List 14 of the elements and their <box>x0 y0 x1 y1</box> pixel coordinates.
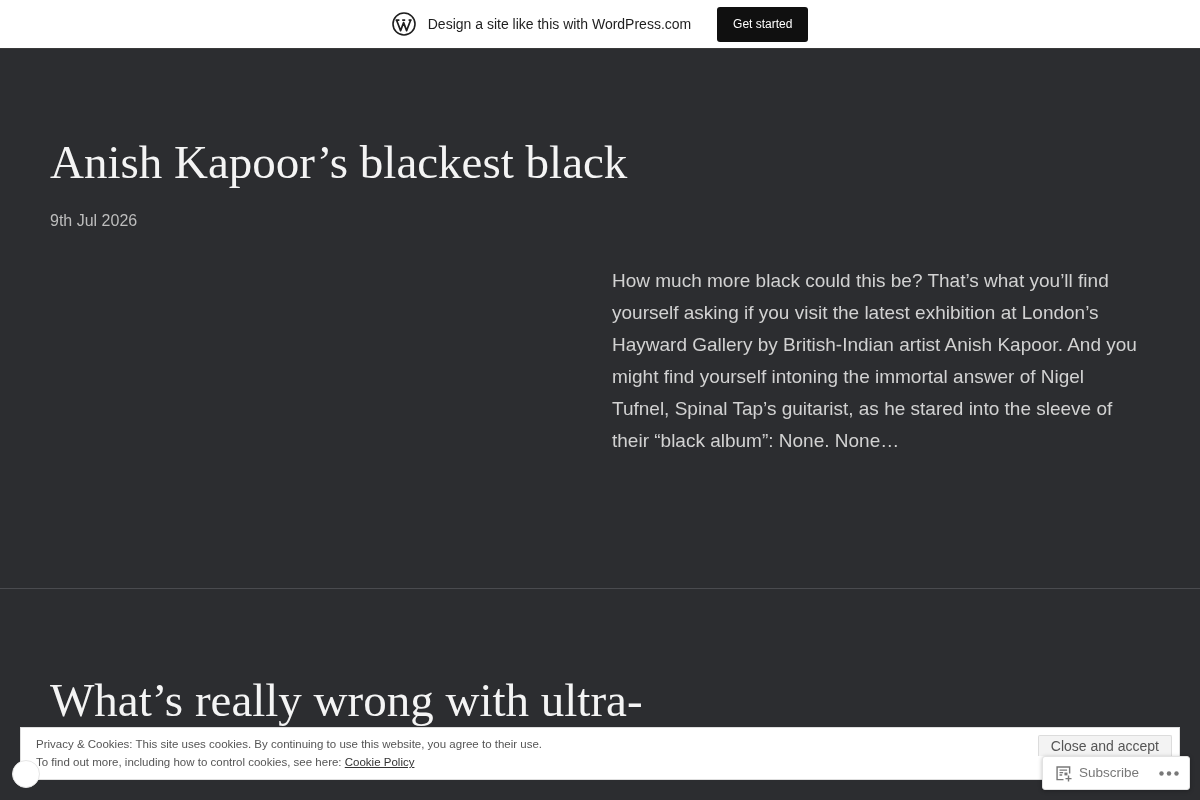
post-date: 9th Jul 2026 <box>50 211 138 231</box>
promo-text: Design a site like this with WordPress.com <box>427 14 692 34</box>
cookie-more-info-text: To find out more, including how to control cookies, see here: Cookie Policy <box>36 755 415 770</box>
logo-icon <box>391 12 416 36</box>
post-excerpt: How much more black could this be? That’s what you’ll find yourself asking if you visit the latest exhibition at London’s Hayward Gallery by British-Indian artist Anish Kapoor. And you might find yourself intoning the immortal answer of Nigel Tufnel, Spinal Tap’s guitarist, as he stared into the sleeve of their “black album”: None. None… <box>612 269 1138 453</box>
cookie-notice-text: Privacy & Cookies: This site uses cookies. By continuing to use this website, you agree to their use. <box>36 737 543 752</box>
document-plus-icon <box>1055 764 1072 782</box>
post-title[interactable]: Anish Kapoor’s blackest black <box>50 135 628 189</box>
cookie-policy-link[interactable]: Cookie Policy <box>344 756 415 768</box>
post-title[interactable]: What’s really wrong with ultra- <box>50 673 643 727</box>
more-icon <box>1159 770 1179 776</box>
close-and-accept-button[interactable]: Close and accept <box>1037 735 1172 756</box>
get-started-button[interactable]: Get started <box>717 6 809 42</box>
subscribe-button[interactable]: Subscribe <box>1055 762 1140 784</box>
